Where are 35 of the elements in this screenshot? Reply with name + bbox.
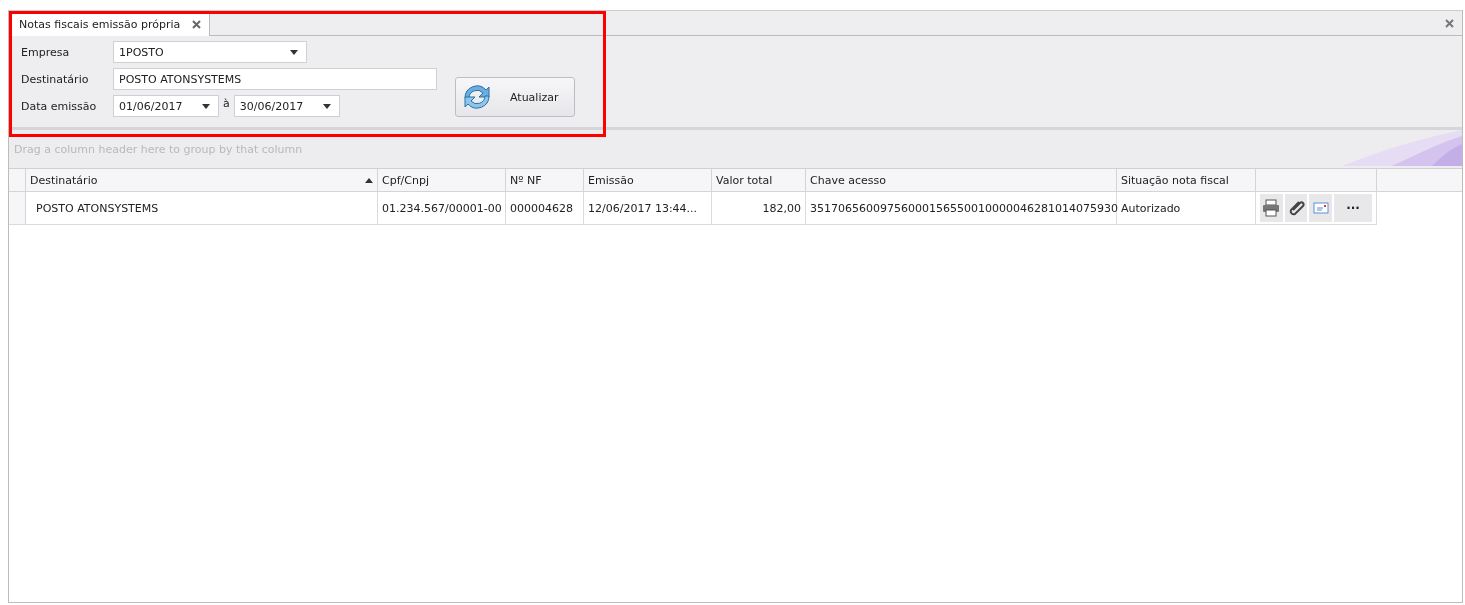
table-cell: 182,00 [711,191,806,225]
sort-arrow-icon [365,178,373,183]
column-header[interactable]: Valor total [711,169,806,192]
caret-icon [202,103,210,109]
column-header[interactable]: Situação nota fiscal [1116,169,1256,192]
field-label: Empresa [21,45,71,59]
table-cell: 000004628 [505,191,584,225]
table-cell: Autorizado [1116,191,1256,225]
paperclip-button[interactable] [1284,194,1308,222]
refresh-button[interactable]: Atualizar [455,77,575,117]
dropdown-field[interactable]: 1POSTO [113,41,307,63]
printer-icon [1262,199,1281,217]
column-header[interactable]: Emissão [583,169,712,192]
close-icon [192,19,202,29]
more-button[interactable]: ··· [1334,194,1372,222]
range-separator: à [223,96,230,110]
field-label: Data emissão [21,99,98,113]
table-cell: 01.234.567/00001-00 [377,191,506,225]
close-icon [1445,18,1454,28]
paperclip-icon [1287,199,1306,217]
printer-button[interactable] [1260,194,1283,222]
column-header[interactable]: Cpf/Cnpj [377,169,506,192]
envelope-icon [1311,199,1330,217]
table-cell: 12/06/2017 13:44... [583,191,712,225]
table-cell: POSTO ATONSYSTEMS [25,191,378,225]
field-label: Destinatário [21,72,90,86]
dropdown-field[interactable]: 30/06/2017 [233,95,340,117]
column-header[interactable]: Chave acesso [805,169,1117,192]
column-header[interactable]: Destinatário [25,169,378,192]
table-cell: 35170656009756000156550010000046281014075930 [805,191,1117,225]
caret-icon [322,103,331,109]
column-header[interactable]: Nº NF [505,169,584,192]
dropdown-field[interactable]: 01/06/2017 [113,95,219,117]
input-field[interactable]: POSTO ATONSYSTEMS [113,68,437,90]
caret-icon [290,49,298,55]
